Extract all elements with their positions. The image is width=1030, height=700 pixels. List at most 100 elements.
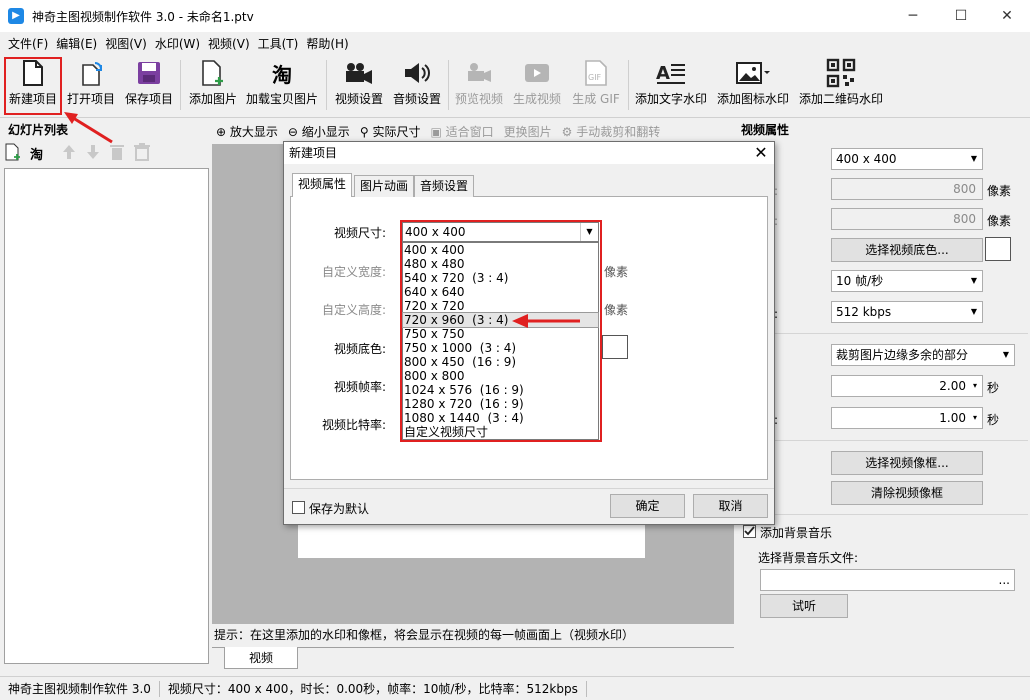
delete-all-icon[interactable]	[133, 142, 151, 164]
hint-text: 提示：在这里添加的水印和像框，将会显示在视频的每一帧画面上（视频水印）	[214, 628, 635, 642]
listen-button[interactable]: 试听	[760, 594, 848, 618]
dropdown-arrow-icon: ▼	[970, 276, 977, 285]
menu-watermark[interactable]: 水印(W)	[151, 35, 204, 52]
zoom-in-button[interactable]: ⊕ 放大显示	[216, 123, 278, 140]
add-file-icon	[186, 56, 240, 90]
fit-window-button[interactable]: ▣ 适合窗口	[430, 123, 493, 140]
tab-image-animation[interactable]: 图片动画	[354, 175, 415, 197]
custom-width-input[interactable]: 800	[831, 178, 983, 200]
spin-icon: ▾	[972, 381, 977, 390]
replace-image-button[interactable]: 更换图片	[504, 123, 552, 140]
open-file-icon	[64, 56, 118, 90]
preview-video-button[interactable]: 预览视频	[452, 56, 506, 114]
add-image-button[interactable]: 添加图片	[186, 56, 240, 114]
frame-duration-input[interactable]: 2.00 ▾	[831, 375, 983, 397]
add-slide-icon[interactable]	[4, 143, 22, 164]
browse-button[interactable]: ...	[999, 573, 1010, 587]
new-project-highlight	[4, 57, 62, 115]
save-project-button[interactable]: 保存项目	[122, 56, 176, 114]
tab-video[interactable]: 视频	[224, 647, 298, 669]
generate-gif-button[interactable]: GIF 生成 GIF	[568, 56, 624, 114]
zoom-in-icon: ⊕	[216, 124, 227, 139]
actual-size-button[interactable]: ⚲ 实际尺寸	[360, 123, 421, 140]
menu-edit[interactable]: 编辑(E)	[52, 35, 101, 52]
dlg-size-label: 视频尺寸:	[333, 226, 386, 240]
canvas-toolbar: ⊕ 放大显示 ⊖ 缩小显示 ⚲ 实际尺寸 ▣ 适合窗口 更换图片 ⚙ 手动裁剪和…	[212, 120, 734, 142]
menu-video[interactable]: 视频(V)	[204, 35, 254, 52]
dropdown-arrow-icon: ▼	[970, 154, 977, 163]
speaker-icon	[390, 56, 444, 90]
generate-video-button[interactable]: 生成视频	[510, 56, 564, 114]
cancel-button[interactable]: 取消	[693, 494, 768, 518]
menu-tools[interactable]: 工具(T)	[254, 35, 303, 52]
status-bar: 神奇主图视频制作软件 3.0 视频尺寸：400 x 400，时长：0.00秒，帧…	[0, 676, 1030, 700]
add-image-watermark-button[interactable]: 添加图标水印	[714, 56, 792, 114]
save-default-checkbox[interactable]	[292, 501, 305, 514]
clear-border-button[interactable]: 清除视频像框	[831, 481, 983, 505]
dlg-height-unit: 像素	[604, 303, 629, 317]
dlg-custom-height-label: 自定义高度:	[321, 303, 386, 317]
custom-height-input[interactable]: 800	[831, 208, 983, 230]
add-text-watermark-button[interactable]: A 添加文字水印	[632, 56, 710, 114]
toolbar: 新建项目 打开项目 保存项目 添加图片 淘 加载宝贝图片 视频设置 音频设置 预…	[0, 54, 1030, 118]
status-app: 神奇主图视频制作软件 3.0	[8, 682, 151, 696]
title-bar: ▶ 神奇主图视频制作软件 3.0 - 未命名1.ptv ─ ☐ ✕	[0, 0, 1030, 32]
close-window-button[interactable]: ✕	[984, 0, 1030, 32]
menu-file[interactable]: 文件(F)	[4, 35, 52, 52]
audio-settings-button[interactable]: 音频设置	[390, 56, 444, 114]
dialog-close-icon[interactable]: ✕	[748, 142, 774, 164]
svg-text:A: A	[656, 63, 670, 84]
load-taobao-button[interactable]: 淘 加载宝贝图片	[244, 56, 320, 114]
film-camera-icon	[452, 56, 506, 90]
divider	[740, 440, 1028, 441]
ok-button[interactable]: 确定	[610, 494, 685, 518]
dropdown-arrow-icon: ▼	[970, 307, 977, 316]
picture-icon	[714, 56, 792, 90]
crop-flip-button[interactable]: ⚙ 手动裁剪和翻转	[562, 123, 661, 140]
video-camera-icon	[332, 56, 386, 90]
maximize-button[interactable]: ☐	[938, 0, 984, 32]
qr-code-icon	[796, 56, 886, 90]
menu-view[interactable]: 视图(V)	[101, 35, 151, 52]
music-checkbox-label: 添加背景音乐	[760, 526, 833, 540]
taobao-icon: 淘	[272, 62, 292, 87]
open-project-button[interactable]: 打开项目	[64, 56, 118, 114]
bitrate-select[interactable]: 512 kbps ▼	[831, 301, 983, 323]
dlg-bg-color-swatch[interactable]	[602, 335, 628, 359]
music-checkbox[interactable]	[743, 525, 756, 538]
divider	[740, 333, 1028, 334]
fps-select[interactable]: 10 帧/秒 ▼	[831, 270, 983, 292]
size-select[interactable]: 400 x 400 ▼	[831, 148, 983, 170]
minimize-button[interactable]: ─	[890, 0, 936, 32]
music-file-input[interactable]: ...	[760, 569, 1015, 591]
dropdown-highlight	[400, 220, 602, 442]
canvas-page	[298, 520, 645, 558]
transition-duration-input[interactable]: 1.00 ▾	[831, 407, 983, 429]
slide-list[interactable]	[4, 168, 209, 664]
video-settings-button[interactable]: 视频设置	[332, 56, 386, 114]
svg-text:GIF: GIF	[588, 73, 602, 82]
dlg-custom-width-label: 自定义宽度:	[321, 265, 386, 279]
select-bg-color-button[interactable]: 选择视频底色...	[831, 238, 983, 262]
crop-icon: ⚙	[561, 124, 573, 139]
select-border-button[interactable]: 选择视频像框...	[831, 451, 983, 475]
video-play-icon	[510, 56, 564, 90]
width-unit: 像素	[987, 184, 1012, 198]
taobao-icon[interactable]: 淘	[30, 144, 43, 163]
dlg-bitrate-label: 视频比特率:	[321, 418, 386, 432]
zoom-out-button[interactable]: ⊖ 缩小显示	[288, 123, 350, 140]
menu-bar: 文件(F) 编辑(E) 视图(V) 水印(W) 视频(V) 工具(T) 帮助(H…	[0, 32, 1030, 54]
bg-color-swatch[interactable]	[985, 237, 1011, 261]
tab-audio-settings[interactable]: 音频设置	[414, 175, 475, 197]
fit-icon: ▣	[430, 124, 442, 139]
dialog-divider	[284, 488, 774, 489]
save-default-label: 保存为默认	[309, 502, 370, 516]
zoom-out-icon: ⊖	[287, 124, 298, 139]
video-properties-header: 视频属性	[741, 123, 790, 137]
seconds-unit: 秒	[987, 413, 1000, 427]
image-scale-select[interactable]: 裁剪图片边缘多余的部分 ▼	[831, 344, 1015, 366]
dialog-title: 新建项目	[284, 142, 774, 164]
add-qrcode-watermark-button[interactable]: 添加二维码水印	[796, 56, 886, 114]
tab-video-properties[interactable]: 视频属性	[292, 173, 353, 197]
menu-help[interactable]: 帮助(H)	[302, 35, 352, 52]
